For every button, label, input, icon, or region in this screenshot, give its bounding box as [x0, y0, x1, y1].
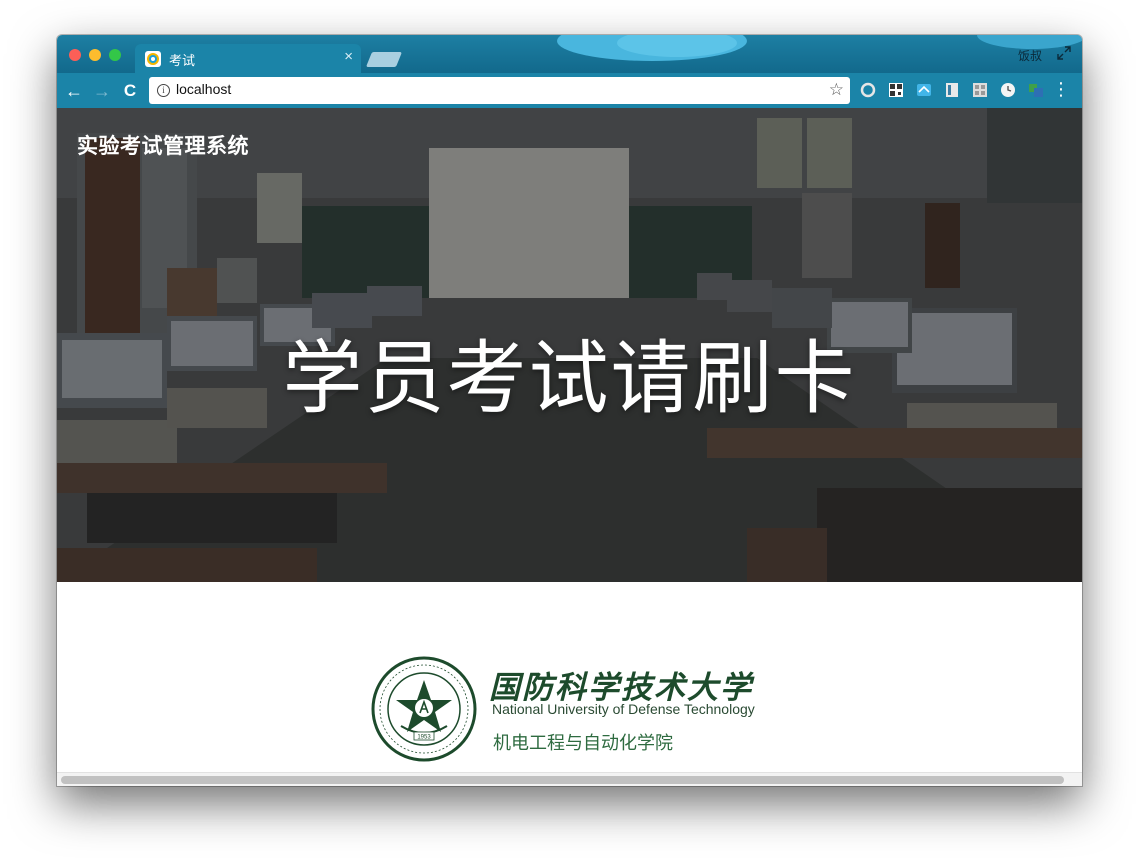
reload-button[interactable]: C: [119, 80, 141, 102]
close-window-button[interactable]: [69, 49, 81, 61]
address-bar[interactable]: i localhost ☆: [149, 77, 850, 104]
browser-toolbar: ← → C i localhost ☆ ⋮: [57, 73, 1082, 108]
circle-extension-icon[interactable]: [860, 82, 876, 98]
scrollbar-thumb[interactable]: [61, 776, 1064, 784]
seal-year: 1953: [417, 735, 431, 741]
clock-extension-icon[interactable]: [1000, 82, 1016, 98]
grid-extension-icon[interactable]: [972, 82, 988, 98]
url-text[interactable]: localhost: [176, 81, 231, 97]
bookmark-star-icon[interactable]: ☆: [829, 80, 844, 100]
close-tab-icon[interactable]: ×: [344, 48, 353, 65]
browser-window: 考试 × 饭叔 ← → C i localhost ☆ ⋮ 实验考试管理系统 学…: [57, 35, 1082, 786]
university-seal-logo: 1953: [371, 656, 477, 762]
hero-banner: 实验考试管理系统 学员考试请刷卡: [57, 108, 1082, 582]
horizontal-scrollbar[interactable]: [57, 772, 1082, 786]
new-tab-button[interactable]: [365, 52, 403, 67]
profile-name[interactable]: 饭叔: [1018, 47, 1042, 64]
site-title: 实验考试管理系统: [77, 135, 249, 158]
minimize-window-button[interactable]: [89, 49, 101, 61]
back-button[interactable]: ←: [63, 80, 85, 102]
hero-prompt-text: 学员考试请刷卡: [282, 334, 857, 423]
fullscreen-icon[interactable]: [1056, 45, 1072, 61]
tab-bar: 考试 × 饭叔: [57, 35, 1082, 73]
green-s-extension-icon[interactable]: [1028, 82, 1044, 98]
site-info-icon[interactable]: i: [157, 84, 170, 97]
browser-menu-icon[interactable]: ⋮: [1052, 79, 1070, 100]
tab-exam[interactable]: 考试 ×: [135, 44, 361, 73]
qr-code-extension-icon[interactable]: [888, 82, 904, 98]
university-name-en: National University of Defense Technolog…: [492, 701, 755, 717]
reader-extension-icon[interactable]: [944, 82, 960, 98]
browser-favicon-icon: [145, 51, 161, 67]
blue-extension-icon[interactable]: [916, 82, 932, 98]
forward-button[interactable]: →: [91, 80, 113, 102]
page-footer: 1953 国防科学技术大学 National University of Def…: [57, 582, 1082, 772]
college-name: 机电工程与自动化学院: [493, 733, 673, 753]
maximize-window-button[interactable]: [109, 49, 121, 61]
tab-title: 考试: [169, 53, 196, 68]
